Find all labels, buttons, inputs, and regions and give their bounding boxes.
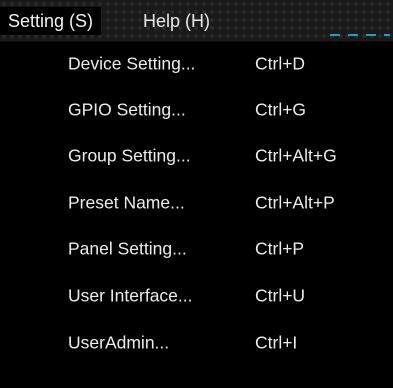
menu-item-shortcut: Ctrl+P [255,238,305,259]
menu-setting[interactable]: Setting (S) [0,7,102,35]
application-window: Setting (S) Help (H) Device Setting... C… [0,0,393,388]
menu-item-shortcut: Ctrl+Alt+G [255,145,337,166]
menu-item-device-setting[interactable]: Device Setting... Ctrl+D [0,44,393,84]
menu-item-shortcut: Ctrl+G [255,99,307,120]
menu-item-shortcut: Ctrl+U [255,285,306,306]
menu-item-shortcut: Ctrl+D [255,53,306,74]
menu-item-shortcut: Ctrl+Alt+P [255,192,335,213]
setting-dropdown-menu: Device Setting... Ctrl+D GPIO Setting...… [0,42,393,388]
menu-item-shortcut: Ctrl+I [255,332,298,353]
menu-bar: Setting (S) Help (H) [0,0,393,42]
menu-item-useradmin[interactable]: UserAdmin... Ctrl+I [0,323,393,363]
menu-item-panel-setting[interactable]: Panel Setting... Ctrl+P [0,229,393,269]
menu-item-label: Preset Name... [68,192,185,213]
menu-item-label: User Interface... [68,285,193,306]
menu-item-label: Device Setting... [68,53,196,74]
menu-item-preset-name[interactable]: Preset Name... Ctrl+Alt+P [0,183,393,223]
menu-item-gpio-setting[interactable]: GPIO Setting... Ctrl+G [0,90,393,130]
menu-help[interactable]: Help (H) [143,7,210,35]
menu-item-label: GPIO Setting... [68,99,186,120]
menu-item-label: Panel Setting... [68,238,187,259]
accent-dash-line [330,34,390,36]
menu-item-label: Group Setting... [68,145,191,166]
menu-item-label: UserAdmin... [68,332,170,353]
menu-item-group-setting[interactable]: Group Setting... Ctrl+Alt+G [0,136,393,176]
menu-item-user-interface[interactable]: User Interface... Ctrl+U [0,276,393,316]
